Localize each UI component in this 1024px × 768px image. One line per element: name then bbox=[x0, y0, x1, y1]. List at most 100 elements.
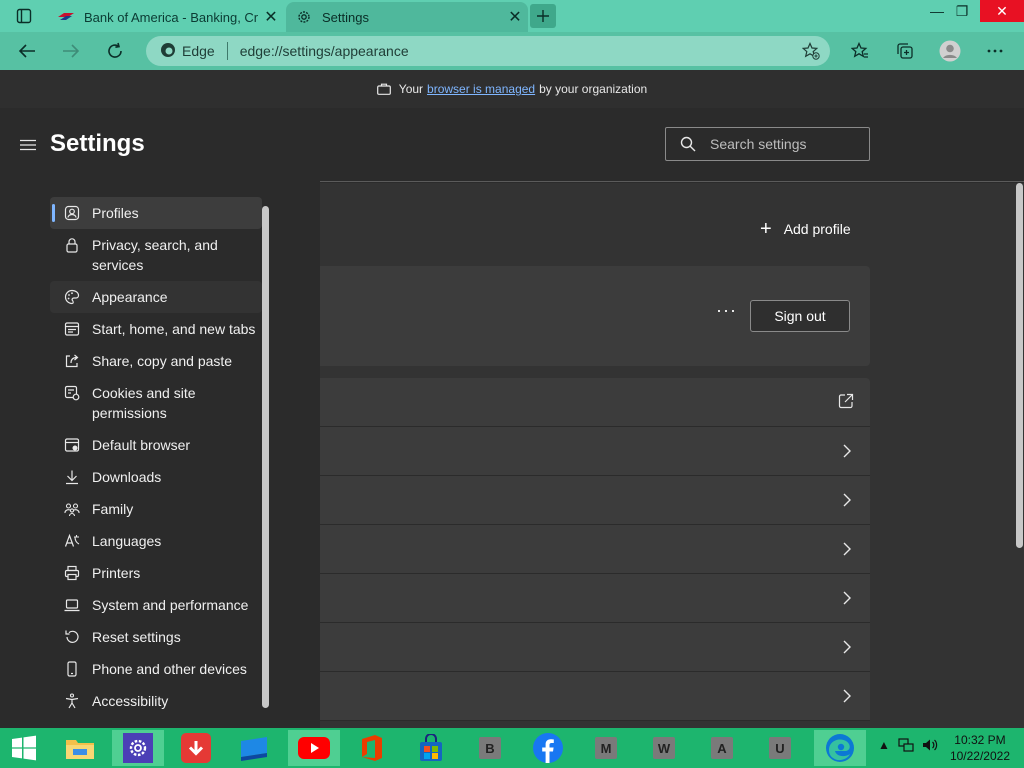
close-window-button[interactable]: ✕ bbox=[980, 0, 1024, 22]
forward-button[interactable] bbox=[56, 36, 86, 66]
taskbar-app-w[interactable]: W bbox=[638, 730, 690, 766]
list-item[interactable] bbox=[320, 672, 870, 721]
sidebar-item-privacy[interactable]: Privacy, search, and services bbox=[50, 229, 262, 281]
back-button[interactable] bbox=[12, 36, 42, 66]
refresh-button[interactable] bbox=[100, 36, 130, 66]
volume-icon[interactable] bbox=[922, 737, 938, 756]
managed-suffix: by your organization bbox=[539, 82, 648, 96]
start-button[interactable] bbox=[0, 730, 48, 766]
taskbar-office[interactable] bbox=[346, 730, 398, 766]
taskbar-app-u[interactable]: U bbox=[754, 730, 806, 766]
tab-bank-of-america[interactable]: Bank of America - Banking, Credit Cards,… bbox=[48, 2, 284, 32]
taskbar-app-m[interactable]: M bbox=[580, 730, 632, 766]
list-item[interactable] bbox=[320, 476, 870, 525]
taskbar-store[interactable] bbox=[405, 730, 457, 766]
app-w-icon: W bbox=[653, 737, 675, 759]
sidebar-item-family[interactable]: Family bbox=[50, 493, 262, 525]
sidebar-item-printers[interactable]: Printers bbox=[50, 557, 262, 589]
sidebar-item-appearance[interactable]: Appearance bbox=[50, 281, 262, 313]
sidebar-item-label: Reset settings bbox=[92, 629, 181, 645]
chevron-right-icon bbox=[843, 640, 851, 654]
arrow-left-icon bbox=[18, 44, 35, 58]
edge-logo-icon bbox=[826, 734, 854, 762]
profile-button[interactable] bbox=[935, 36, 965, 66]
chevron-right-icon bbox=[843, 493, 851, 507]
address-bar[interactable]: Edge edge://settings/appearance bbox=[146, 36, 830, 66]
close-tab-icon[interactable]: ✕ bbox=[502, 4, 528, 30]
hamburger-menu-icon[interactable] bbox=[20, 138, 36, 156]
sidebar-item-start-home[interactable]: Start, home, and new tabs bbox=[50, 313, 262, 345]
sidebar-item-label: System and performance bbox=[92, 597, 249, 613]
taskbar-edge[interactable] bbox=[814, 730, 866, 766]
content-scrollbar[interactable] bbox=[1016, 183, 1023, 548]
add-profile-button[interactable]: + Add profile bbox=[760, 218, 851, 240]
new-tab-button[interactable] bbox=[530, 4, 556, 28]
list-item[interactable] bbox=[320, 378, 870, 427]
restore-button[interactable]: ❐ bbox=[945, 0, 979, 22]
tab-actions-button[interactable] bbox=[6, 2, 42, 30]
chevron-right-icon bbox=[843, 542, 851, 556]
browser-toolbar: Edge edge://settings/appearance bbox=[0, 32, 1024, 70]
address-url[interactable]: edge://settings/appearance bbox=[240, 43, 409, 59]
add-favorite-icon[interactable] bbox=[801, 42, 820, 63]
printer-icon bbox=[64, 565, 80, 581]
facebook-icon bbox=[533, 733, 563, 763]
app-a-icon: A bbox=[711, 737, 733, 759]
search-input[interactable]: Search settings bbox=[665, 127, 870, 161]
system-clock[interactable]: 10:32 PM 10/22/2022 bbox=[950, 732, 1010, 764]
more-horizontal-icon bbox=[987, 49, 1003, 53]
managed-link[interactable]: browser is managed bbox=[427, 82, 535, 96]
taskbar-file-explorer[interactable] bbox=[54, 730, 106, 766]
taskbar-app-b[interactable]: B bbox=[464, 730, 516, 766]
languages-icon bbox=[64, 533, 80, 547]
sign-out-button[interactable]: Sign out bbox=[750, 300, 850, 332]
profile-card: ··· Sign out bbox=[320, 266, 870, 366]
sidebar-item-reset[interactable]: Reset settings bbox=[50, 621, 262, 653]
sidebar-item-share[interactable]: Share, copy and paste bbox=[50, 345, 262, 377]
tab-settings[interactable]: Settings ✕ bbox=[286, 2, 528, 32]
add-profile-label: Add profile bbox=[783, 221, 851, 237]
tab-title: Settings bbox=[322, 9, 369, 25]
list-item[interactable] bbox=[320, 623, 870, 672]
page-title: Settings bbox=[50, 130, 145, 157]
download-arrow-icon bbox=[181, 733, 211, 763]
plus-icon bbox=[537, 10, 549, 22]
settings-and-more-button[interactable] bbox=[980, 36, 1010, 66]
taskbar-facebook[interactable] bbox=[522, 730, 574, 766]
settings-sidebar: Settings Profiles Privacy, search, and s… bbox=[0, 108, 320, 728]
collections-button[interactable] bbox=[890, 36, 920, 66]
sidebar-item-label: Appearance bbox=[92, 289, 168, 305]
sidebar-item-cookies[interactable]: Cookies and site permissions bbox=[50, 377, 262, 429]
sidebar-item-phone[interactable]: Phone and other devices bbox=[50, 653, 262, 685]
managed-browser-banner: Your browser is managed by your organiza… bbox=[0, 70, 1024, 108]
taskbar-settings[interactable] bbox=[112, 730, 164, 766]
close-tab-icon[interactable]: ✕ bbox=[258, 4, 284, 30]
taskbar-app-blue[interactable] bbox=[228, 730, 280, 766]
sidebar-item-downloads[interactable]: Downloads bbox=[50, 461, 262, 493]
plus-icon: + bbox=[760, 218, 772, 240]
cookie-permissions-icon bbox=[64, 385, 80, 401]
sidebar-item-profiles[interactable]: Profiles bbox=[50, 197, 262, 229]
search-placeholder: Search settings bbox=[710, 136, 807, 152]
favorites-button[interactable] bbox=[845, 36, 875, 66]
list-item[interactable] bbox=[320, 427, 870, 476]
more-options-icon[interactable]: ··· bbox=[716, 300, 737, 321]
chevron-right-icon bbox=[843, 591, 851, 605]
taskbar-downloader[interactable] bbox=[170, 730, 222, 766]
taskbar-app-a[interactable]: A bbox=[696, 730, 748, 766]
chevron-right-icon bbox=[843, 444, 851, 458]
chevron-up-icon[interactable]: ▲ bbox=[878, 738, 890, 752]
sidebar-item-accessibility[interactable]: Accessibility bbox=[50, 685, 262, 717]
list-item[interactable] bbox=[320, 525, 870, 574]
network-icon[interactable] bbox=[898, 737, 914, 756]
list-item[interactable] bbox=[320, 574, 870, 623]
accessibility-icon bbox=[65, 693, 79, 709]
sidebar-item-default-browser[interactable]: Default browser bbox=[50, 429, 262, 461]
start-page-icon bbox=[64, 322, 80, 336]
sidebar-item-system[interactable]: System and performance bbox=[50, 589, 262, 621]
sidebar-item-languages[interactable]: Languages bbox=[50, 525, 262, 557]
phone-icon bbox=[67, 661, 77, 677]
chevron-right-icon bbox=[843, 689, 851, 703]
sidebar-scrollbar[interactable] bbox=[262, 206, 269, 708]
taskbar-youtube[interactable] bbox=[288, 730, 340, 766]
